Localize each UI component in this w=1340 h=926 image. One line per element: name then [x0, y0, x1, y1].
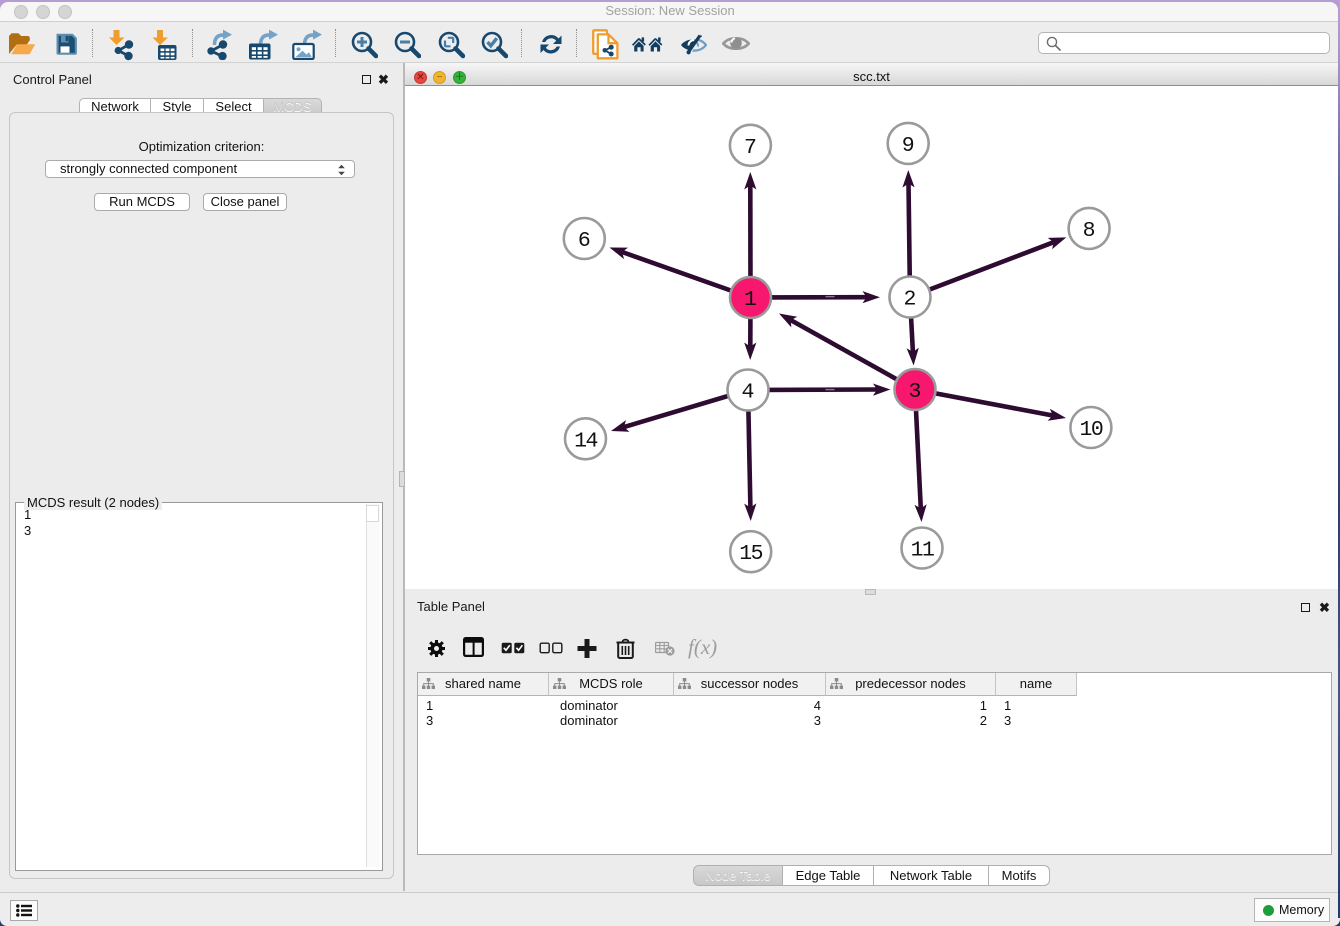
- svg-text:6: 6: [578, 229, 591, 253]
- svg-text:15: 15: [739, 542, 762, 566]
- svg-text:8: 8: [1083, 219, 1096, 243]
- svg-text:7: 7: [744, 136, 757, 160]
- svg-text:10: 10: [1079, 418, 1102, 442]
- svg-text:1: 1: [744, 288, 757, 312]
- svg-text:2: 2: [904, 288, 917, 312]
- svg-text:14: 14: [574, 429, 597, 453]
- svg-text:4: 4: [742, 381, 755, 405]
- svg-text:3: 3: [909, 380, 922, 404]
- svg-text:11: 11: [911, 539, 934, 563]
- svg-text:9: 9: [902, 134, 915, 158]
